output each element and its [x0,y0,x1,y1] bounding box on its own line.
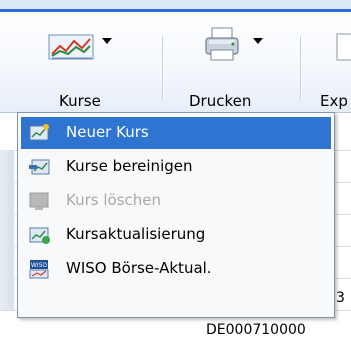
menu-item-label: Kursaktualisierung [66,225,206,243]
kurse-dropdown-arrow-icon[interactable] [102,38,112,44]
chart-icon [48,34,94,60]
kurse-dropdown-menu: Neuer Kurs Kurse bereinigen Kurs löschen… [17,112,335,318]
menu-item-neuer-kurs[interactable]: Neuer Kurs [21,117,331,149]
isin-cell[interactable]: DE000710000 [206,322,306,338]
menu-item-kursaktualisierung[interactable]: Kursaktualisierung [21,219,331,251]
update-quotes-icon [29,227,50,244]
toolbar: Kurse Drucken Exp [0,12,351,113]
drucken-button[interactable]: Drucken [180,12,290,112]
export-icon [336,33,351,61]
top-accent-strip [0,0,351,12]
menu-item-label: Kurse bereinigen [66,157,193,175]
export-label: Exp [320,92,348,110]
kurse-label: Kurse [59,92,101,110]
menu-item-label: Kurs löschen [66,191,161,209]
toolbar-separator [162,36,163,100]
kurse-button[interactable]: Kurse [22,12,132,112]
new-quote-icon [29,124,49,141]
menu-item-kurse-bereinigen[interactable]: Kurse bereinigen [21,151,331,183]
delete-quote-icon [29,192,49,210]
clean-quotes-icon [29,159,50,175]
list-cell-partial: 3 [336,290,345,306]
drucken-dropdown-arrow-icon[interactable] [253,38,263,44]
row-header-column [0,150,14,310]
menu-item-label: WISO Börse-Aktual. [66,259,212,277]
drucken-label: Drucken [189,92,252,110]
printer-icon [205,27,239,61]
toolbar-separator [300,36,301,100]
menu-item-label: Neuer Kurs [66,123,149,141]
menu-item-kurs-loeschen: Kurs löschen [21,185,331,217]
svg-text:WISO: WISO [31,262,48,269]
menu-item-wiso-boerse[interactable]: WISO WISO Börse-Aktual. [21,253,331,285]
export-button[interactable]: Exp [312,12,351,112]
wiso-icon: WISO [29,260,49,279]
